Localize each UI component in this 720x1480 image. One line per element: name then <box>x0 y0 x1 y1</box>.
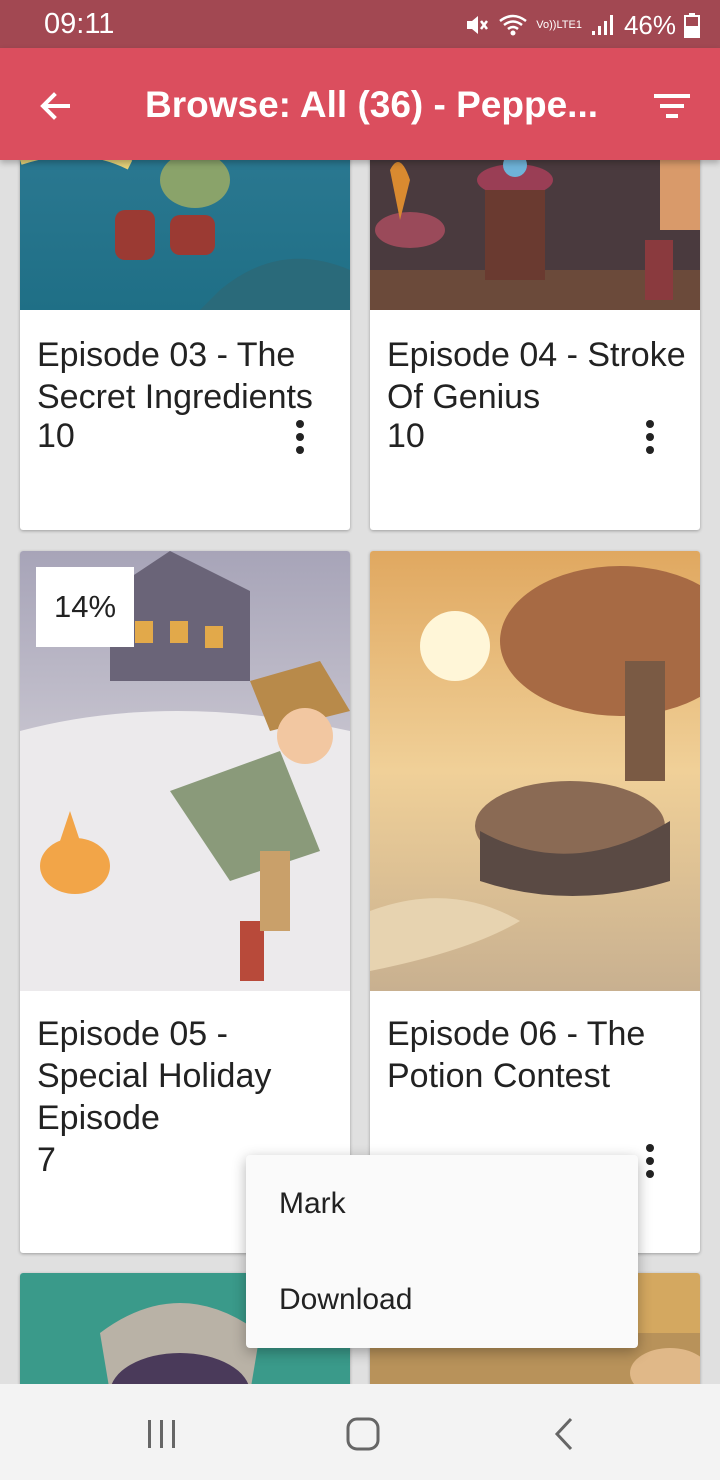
more-options-button[interactable] <box>640 417 660 457</box>
signal-icon <box>590 13 616 37</box>
more-options-button[interactable] <box>290 417 310 457</box>
episode-thumbnail <box>370 551 700 991</box>
system-nav-bar <box>0 1384 720 1480</box>
episode-page-count: 10 <box>387 417 425 455</box>
episode-title: Episode 05 - Special Holiday Episode <box>37 1015 272 1137</box>
reading-progress-badge: 14% <box>36 567 134 647</box>
page-title: Browse: All (36) - Peppe... <box>145 84 598 125</box>
more-vert-icon <box>646 420 654 454</box>
episode-title: Episode 06 - The Potion Contest <box>387 1015 646 1095</box>
app-bar: Browse: All (36) - Peppe... <box>0 48 720 160</box>
mute-icon <box>464 12 490 38</box>
episode-page-count: 7 <box>37 1141 56 1179</box>
episode-card[interactable]: 14% Episode 05 - Special Holiday Episode… <box>20 551 350 1253</box>
battery-percent: 46% <box>623 9 676 40</box>
back-nav-button[interactable] <box>545 1414 585 1454</box>
episode-title: Episode 04 - Stroke Of Genius <box>387 336 686 416</box>
menu-item-mark[interactable]: Mark <box>246 1156 638 1252</box>
episode-thumbnail <box>370 160 700 310</box>
episode-title: Episode 03 - The Secret Ingredients <box>37 336 313 416</box>
card-options-menu: Mark Download <box>246 1155 638 1348</box>
recent-apps-button[interactable] <box>142 1414 182 1454</box>
back-button[interactable] <box>34 84 78 128</box>
filter-icon <box>654 94 690 118</box>
home-icon <box>346 1417 380 1451</box>
episode-card[interactable]: Episode 03 - The Secret Ingredients 10 <box>20 160 350 530</box>
volte-label-top: Vo)) <box>536 18 557 31</box>
episode-thumbnail <box>20 160 350 310</box>
battery-icon <box>684 12 700 38</box>
volte-indicator: Vo)) LTE1 <box>536 18 582 31</box>
episode-card[interactable]: Episode 04 - Stroke Of Genius 10 <box>370 160 700 530</box>
episode-page-count: 10 <box>37 417 75 455</box>
status-bar: 09:11 Vo)) LTE1 46% <box>0 0 720 48</box>
home-button[interactable] <box>343 1414 383 1454</box>
status-time: 09:11 <box>44 8 115 40</box>
arrow-left-icon <box>40 92 70 120</box>
wifi-icon <box>498 12 528 38</box>
episode-card[interactable]: Episode 06 - The Potion Contest <box>370 551 700 1253</box>
status-icons: Vo)) LTE1 46% <box>464 8 700 42</box>
filter-button[interactable] <box>650 86 694 126</box>
volte-label-bottom: LTE1 <box>556 18 582 31</box>
menu-item-download[interactable]: Download <box>246 1252 638 1348</box>
more-vert-icon <box>296 420 304 454</box>
more-options-button[interactable] <box>640 1141 660 1181</box>
recent-apps-icon <box>148 1420 175 1448</box>
chevron-left-icon <box>554 1417 573 1451</box>
more-vert-icon <box>646 1144 654 1178</box>
